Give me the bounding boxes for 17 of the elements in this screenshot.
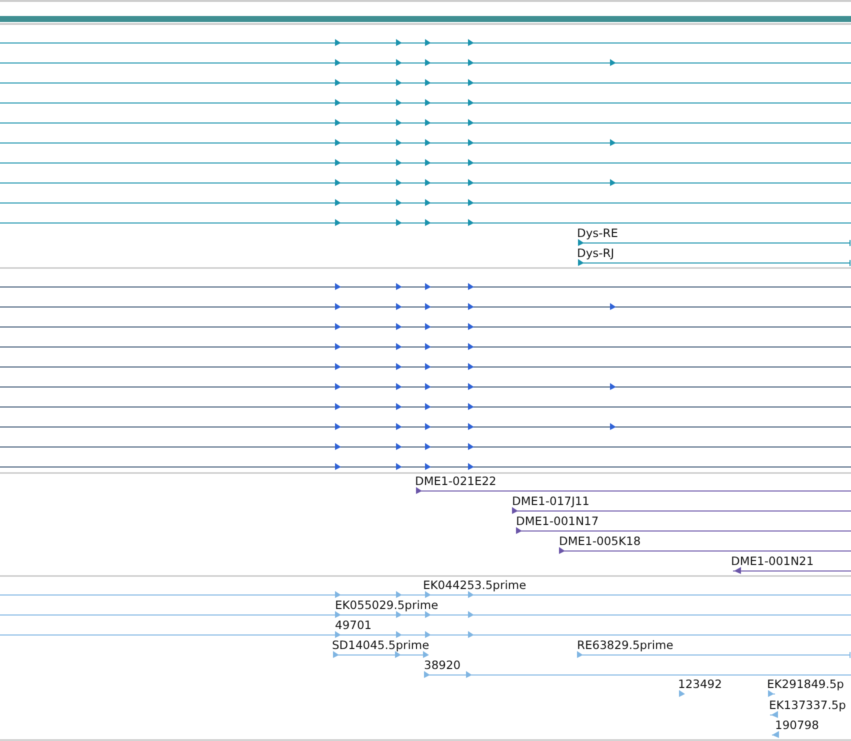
feature-label: EK291849.5p	[767, 677, 844, 691]
feature-label: DME1-001N21	[731, 554, 814, 568]
feature-label: 123492	[678, 677, 722, 691]
feature-label: Dys-RJ	[577, 246, 614, 260]
feature-label: DME1-017J11	[512, 494, 590, 508]
feature-label: RE63829.5prime	[577, 638, 674, 652]
feature-label: 38920	[424, 658, 461, 672]
feature-label: EK055029.5prime	[335, 598, 438, 612]
feature-label: EK044253.5prime	[423, 578, 526, 592]
feature-label: DME1-001N17	[516, 514, 599, 528]
feature-label: Dys-RE	[577, 226, 618, 240]
feature-label: 49701	[335, 618, 372, 632]
feature-label: EK137337.5p	[769, 698, 846, 712]
feature-label: DME1-005K18	[559, 534, 641, 548]
feature-label: 190798	[775, 718, 819, 732]
feature-label: SD14045.5prime	[332, 638, 430, 652]
feature-label: DME1-021E22	[415, 474, 496, 488]
